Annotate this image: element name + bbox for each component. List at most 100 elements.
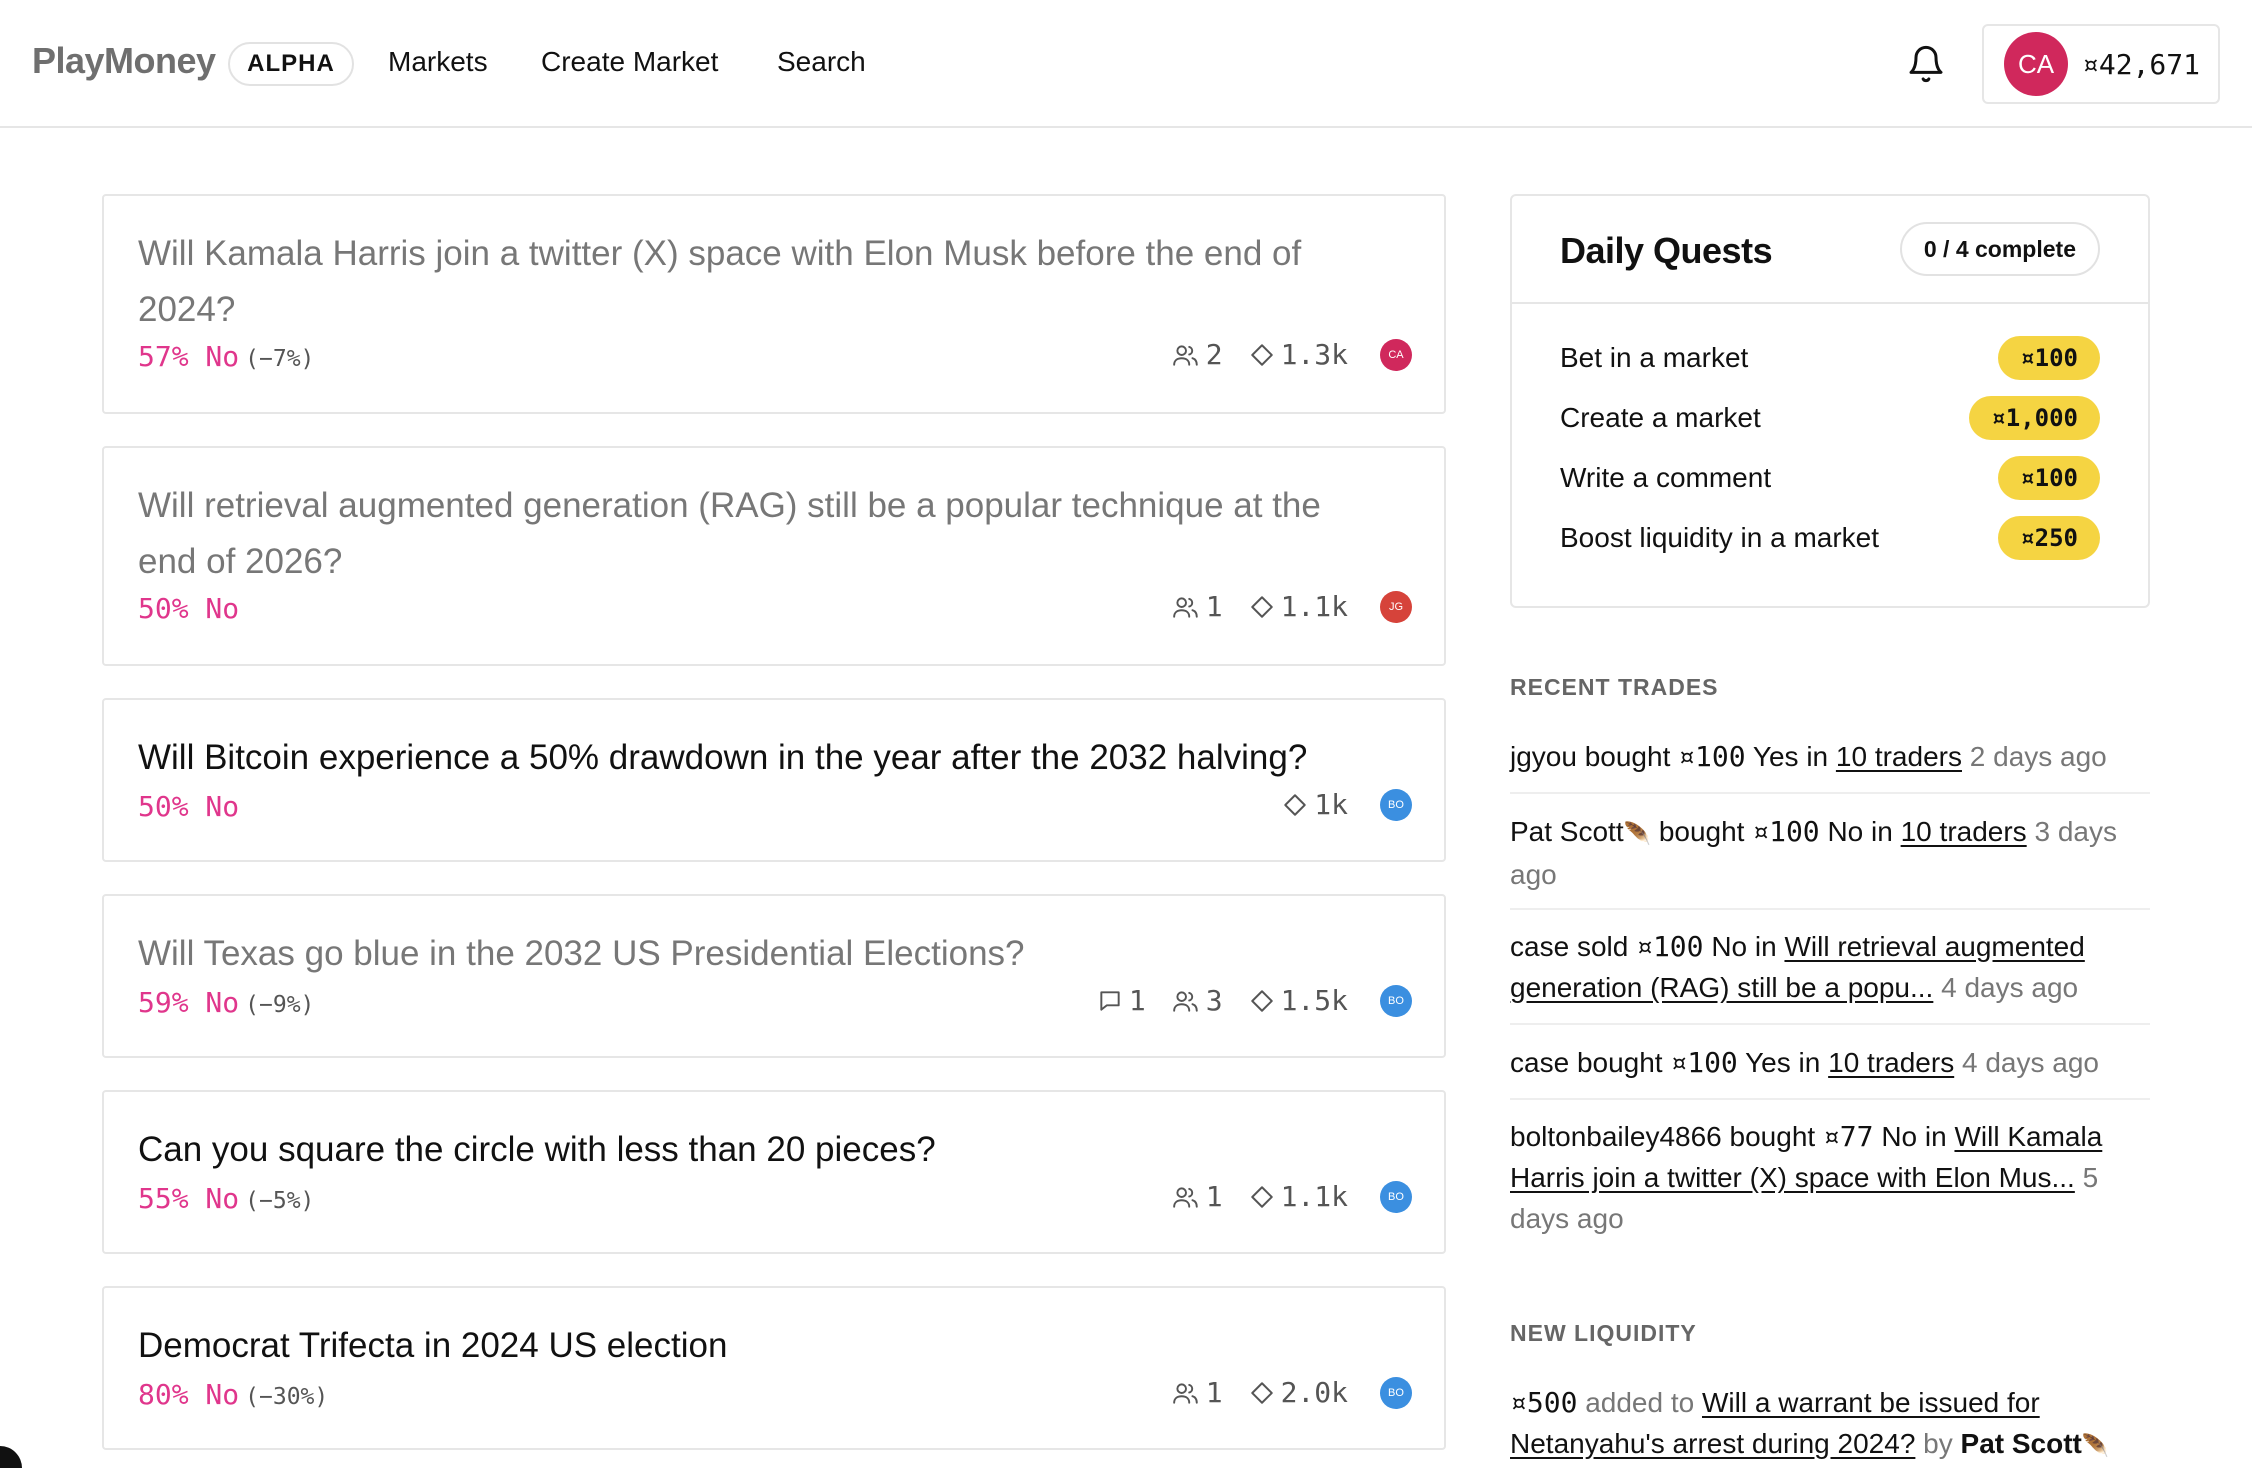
users-icon [1172, 990, 1198, 1012]
creator-avatar[interactable]: CA [1380, 338, 1412, 371]
liquidity-value: 1k [1314, 788, 1348, 821]
market-card[interactable]: Will Kamala Harris join a twitter (X) sp… [102, 194, 1446, 414]
liquidity-market-link[interactable]: Will a warrant be issued for [1702, 1387, 2040, 1418]
trade-user[interactable]: jgyou [1510, 741, 1577, 772]
trade-in: in [1924, 1121, 1947, 1152]
liquidity-count: 1.1k [1249, 1180, 1348, 1213]
trade-in: in [1871, 816, 1893, 847]
quest-item[interactable]: Boost liquidity in a market ¤250 [1560, 516, 2100, 560]
app-logo[interactable]: PlayMoney [32, 40, 216, 82]
quest-item[interactable]: Write a comment ¤100 [1560, 456, 2100, 500]
liquidity-count: 1.5k [1249, 984, 1348, 1017]
liquidity-user[interactable]: Pat Scott [1961, 1428, 2082, 1459]
trade-in: in [1754, 931, 1777, 962]
traders-count: 2 [1172, 338, 1223, 371]
divider [1512, 302, 2148, 304]
market-title[interactable]: Will Bitcoin experience a 50% drawdown i… [138, 730, 1428, 786]
nav-search[interactable]: Search [777, 46, 866, 78]
comments-count: 1 [1097, 984, 1146, 1017]
quest-item[interactable]: Bet in a market ¤100 [1560, 336, 2100, 380]
trade-item: jgyou bought ¤100 Yes in 10 traders 2 da… [1510, 736, 2150, 777]
nav-create-market[interactable]: Create Market [541, 46, 718, 78]
market-probability: 55% No (−5%) [138, 1182, 314, 1215]
market-meta: 1 1.1k JG [1146, 590, 1412, 623]
trade-user[interactable]: boltonbailey4866 [1510, 1121, 1722, 1152]
creator-avatar[interactable]: BO [1380, 1376, 1412, 1409]
market-meta: 1k BO [1256, 788, 1412, 821]
trade-action: sold [1576, 931, 1629, 962]
notification-bell-icon[interactable] [1906, 42, 1946, 86]
market-title-line: Will Bitcoin experience a 50% drawdown i… [138, 738, 1308, 777]
probability-value: 50% No [138, 790, 240, 823]
creator-avatar[interactable]: BO [1380, 788, 1412, 821]
market-title-line: Will Texas go blue in the 2032 US Presid… [138, 934, 1025, 973]
market-title[interactable]: Can you square the circle with less than… [138, 1122, 1428, 1178]
quest-label: Create a market [1560, 402, 1761, 433]
divider [1510, 1098, 2150, 1100]
creator-avatar[interactable]: BO [1380, 1180, 1412, 1213]
trade-market-link[interactable]: Will Kamala [1954, 1121, 2102, 1152]
quest-item[interactable]: Create a market ¤1,000 [1560, 396, 2100, 440]
market-card[interactable]: Can you square the circle with less than… [102, 1090, 1446, 1254]
trade-item: Pat Scott🪶 bought ¤100 No in 10 traders … [1510, 811, 2150, 895]
window-corner [0, 1446, 22, 1468]
creator-avatar[interactable]: JG [1380, 590, 1412, 623]
alpha-badge: ALPHA [228, 42, 354, 86]
trade-user[interactable]: Pat Scott [1510, 816, 1624, 847]
users-icon [1172, 344, 1198, 366]
trade-market-link[interactable]: 10 traders [1828, 1047, 1954, 1078]
trade-market-link[interactable]: Harris join a twitter (X) space with Elo… [1510, 1162, 2075, 1193]
trade-market-link[interactable]: 10 traders [1836, 741, 1962, 772]
trade-side: Yes [1752, 741, 1799, 772]
diamond-icon [1250, 989, 1273, 1012]
divider [1510, 908, 2150, 910]
market-card[interactable]: Will Bitcoin experience a 50% drawdown i… [102, 698, 1446, 862]
traders-count: 1 [1172, 1180, 1223, 1213]
trade-side: Yes [1745, 1047, 1791, 1078]
market-card[interactable]: Will retrieval augmented generation (RAG… [102, 446, 1446, 666]
trade-action: bought [1576, 1047, 1663, 1078]
traders-count: 1 [1172, 1376, 1223, 1409]
trade-action: bought [1729, 1121, 1816, 1152]
market-probability: 50% No [138, 790, 239, 823]
diamond-icon [1250, 343, 1273, 366]
trade-user[interactable]: case [1510, 1047, 1569, 1078]
comments-value: 1 [1128, 984, 1146, 1017]
probability-value: 57% No [138, 340, 240, 373]
trade-amount: ¤100 [1752, 815, 1820, 848]
market-title[interactable]: Will retrieval augmented generation (RAG… [138, 478, 1428, 590]
market-meta: 1 2.0k BO [1146, 1376, 1412, 1409]
market-title[interactable]: Will Texas go blue in the 2032 US Presid… [138, 926, 1428, 982]
probability-value: 59% No [138, 986, 240, 1019]
quest-reward: ¤100 [1998, 336, 2100, 380]
market-card[interactable]: Will Texas go blue in the 2032 US Presid… [102, 894, 1446, 1058]
market-meta: 2 1.3k CA [1146, 338, 1412, 371]
trade-market-link[interactable]: 10 traders [1901, 816, 2027, 847]
quests-progress-badge: 0 / 4 complete [1899, 222, 2100, 276]
quest-reward: ¤1,000 [1969, 396, 2100, 440]
trade-user[interactable]: case [1510, 931, 1569, 962]
probability-value: 80% No [138, 1378, 240, 1411]
probability-value: 55% No [138, 1182, 240, 1215]
market-title[interactable]: Democrat Trifecta in 2024 US election [138, 1318, 1428, 1374]
market-title[interactable]: Will Kamala Harris join a twitter (X) sp… [138, 226, 1428, 338]
trade-market-link[interactable]: Will retrieval augmented [1784, 931, 2084, 962]
liquidity-value: 1.5k [1280, 984, 1348, 1017]
market-title-line: end of 2026? [138, 542, 343, 581]
market-title-line: Will Kamala Harris join a twitter (X) sp… [138, 234, 1302, 273]
creator-avatar[interactable]: BO [1380, 984, 1412, 1017]
liquidity-count: 2.0k [1249, 1376, 1348, 1409]
probability-change: (−9%) [245, 992, 315, 1018]
traders-count: 1 [1172, 590, 1223, 623]
trade-in: in [1798, 1047, 1821, 1078]
probability-change: (−30%) [245, 1384, 329, 1410]
users-icon [1172, 1186, 1198, 1208]
nav-markets[interactable]: Markets [388, 46, 488, 78]
liquidity-market-link[interactable]: Netanyahu's arrest during 2024? [1510, 1428, 1915, 1459]
market-probability: 59% No (−9%) [138, 986, 314, 1019]
liquidity-count: 1.1k [1249, 590, 1348, 623]
trade-side: No [1881, 1121, 1918, 1152]
user-balance-button[interactable]: CA ¤42,671 [1982, 24, 2220, 104]
trade-market-link[interactable]: generation (RAG) still be a popu... [1510, 972, 1933, 1003]
market-card[interactable]: Democrat Trifecta in 2024 US election 80%… [102, 1286, 1446, 1450]
